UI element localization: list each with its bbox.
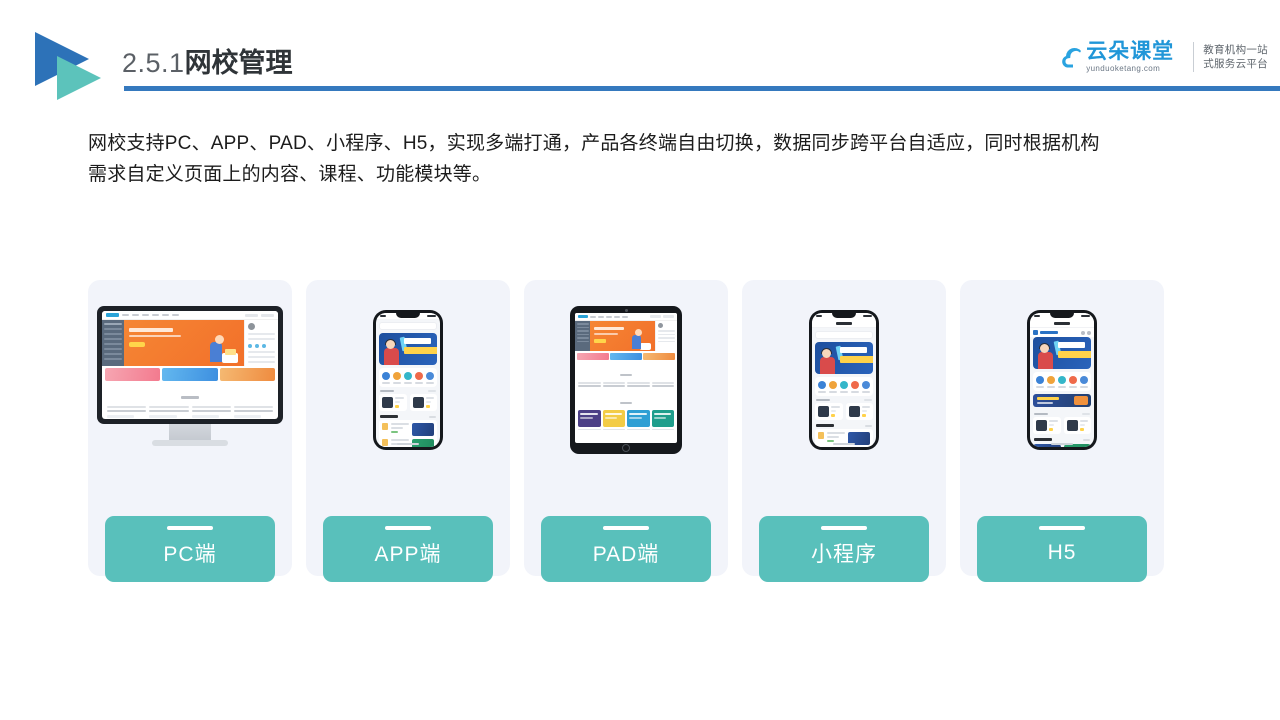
monitor-screen	[97, 306, 283, 424]
platform-label-app[interactable]: APP端	[323, 516, 493, 582]
tablet-home-button[interactable]	[622, 444, 630, 452]
label-tick-mark	[1039, 526, 1085, 530]
page-title: 2.5.1网校管理	[122, 46, 293, 80]
smartphone-mockup-h5	[960, 280, 1164, 480]
platform-card-miniapp[interactable]: 小程序	[742, 280, 946, 582]
page-header: 2.5.1网校管理 云朵课堂 yunduoketang.com 教育机构一站 式…	[0, 0, 1280, 100]
tablet-camera-icon	[624, 309, 628, 312]
smartphone-mockup-app	[306, 280, 510, 480]
label-tick-mark	[603, 526, 649, 530]
platform-label-text: PAD端	[592, 543, 660, 566]
brand-name-cn: 云朵课堂	[1086, 39, 1175, 63]
platform-card-row: PC端 APP端 PAD端 小程序 H5	[88, 280, 1192, 582]
platform-card-app[interactable]: APP端	[306, 280, 510, 582]
brand-tagline-line2: 式服务云平台	[1203, 58, 1268, 70]
phone-home-indicator	[397, 443, 419, 445]
intro-line-2: 需求自定义页面上的内容、课程、功能模块等。	[88, 164, 492, 185]
brand-tagline-line1: 教育机构一站	[1203, 44, 1268, 56]
smartphone-mockup-miniapp	[742, 280, 946, 480]
brand-names: 云朵课堂 yunduoketang.com	[1086, 39, 1175, 74]
cloud-icon	[1060, 44, 1090, 74]
platform-label-text: APP端	[374, 543, 442, 566]
platform-label-miniapp[interactable]: 小程序	[759, 516, 929, 582]
intro-line-1: 网校支持PC、APP、PAD、小程序、H5，实现多端打通，产品各终端自由切换，数…	[88, 133, 1100, 154]
brand-left-group: 云朵课堂 yunduoketang.com	[1060, 39, 1184, 74]
label-tick-mark	[385, 526, 431, 530]
phone-notch	[1050, 313, 1074, 318]
platform-label-text: PC端	[163, 543, 217, 566]
title-underline-rule	[124, 86, 1280, 91]
monitor-base	[152, 440, 228, 446]
phone-home-indicator	[1051, 443, 1073, 445]
brand-logo: 云朵课堂 yunduoketang.com 教育机构一站 式服务云平台	[1060, 34, 1268, 80]
double-triangle-play-icon	[27, 28, 107, 103]
platform-card-h5[interactable]: H5	[960, 280, 1164, 582]
phone-notch	[832, 313, 856, 318]
platform-card-pc[interactable]: PC端	[88, 280, 292, 582]
platform-label-text: H5	[1047, 541, 1077, 564]
label-tick-mark	[821, 526, 867, 530]
desktop-monitor-mockup	[88, 280, 292, 480]
platform-label-pc[interactable]: PC端	[105, 516, 275, 582]
intro-paragraph: 网校支持PC、APP、PAD、小程序、H5，实现多端打通，产品各终端自由切换，数…	[88, 128, 1208, 190]
platform-label-text: 小程序	[811, 543, 877, 566]
phone-notch	[396, 313, 420, 318]
page-title-number: 2.5.1	[122, 48, 185, 78]
phone-home-indicator	[833, 443, 855, 445]
brand-divider	[1193, 42, 1195, 72]
tablet-mockup	[524, 280, 728, 480]
page-title-name: 网校管理	[184, 48, 293, 78]
platform-label-h5[interactable]: H5	[977, 516, 1147, 582]
platform-label-pad[interactable]: PAD端	[541, 516, 711, 582]
brand-tagline: 教育机构一站 式服务云平台	[1203, 43, 1268, 71]
label-tick-mark	[167, 526, 213, 530]
brand-name-en: yunduoketang.com	[1086, 63, 1161, 73]
platform-card-pad[interactable]: PAD端	[524, 280, 728, 582]
